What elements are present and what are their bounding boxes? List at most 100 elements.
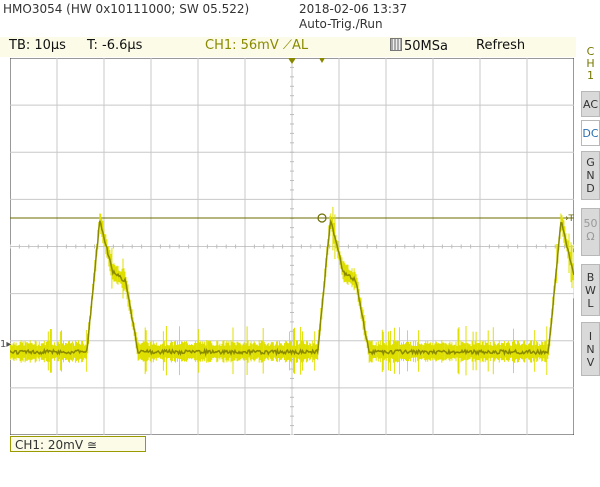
center-tick xyxy=(290,264,294,266)
center-tick xyxy=(290,377,294,379)
center-tick xyxy=(290,76,294,78)
center-tick xyxy=(290,85,294,87)
trigger-setting-readout[interactable]: CH1: 56mV ⟋AL xyxy=(205,38,308,53)
center-tick xyxy=(10,244,11,249)
center-tick xyxy=(290,434,294,435)
center-tick xyxy=(470,244,472,249)
center-tick xyxy=(507,244,509,249)
center-tick xyxy=(150,244,152,249)
center-tick xyxy=(206,244,208,249)
center-tick xyxy=(290,198,294,200)
center-tick xyxy=(290,236,294,238)
center-tick xyxy=(498,244,500,249)
center-tick xyxy=(272,244,274,249)
center-tick xyxy=(169,244,171,249)
center-tick xyxy=(225,244,227,249)
center-tick xyxy=(310,244,312,249)
center-tick xyxy=(18,244,20,249)
center-tick xyxy=(526,244,528,249)
center-tick xyxy=(290,132,294,134)
center-tick xyxy=(112,244,114,249)
ch1-ground-marker[interactable]: 1▸ xyxy=(0,339,11,350)
coupling-dc-button[interactable]: DC xyxy=(581,120,600,146)
center-tick xyxy=(253,244,255,249)
center-tick xyxy=(75,244,77,249)
center-tick xyxy=(47,244,49,249)
center-tick xyxy=(131,244,133,249)
memory-icon xyxy=(390,38,402,51)
center-tick xyxy=(197,244,199,249)
center-tick xyxy=(263,244,265,249)
invert-button[interactable]: INV xyxy=(581,322,600,376)
center-tick xyxy=(235,244,237,249)
device-info: HMO3054 (HW 0x10111000; SW 05.522) xyxy=(3,2,250,16)
center-tick xyxy=(460,244,462,249)
center-tick xyxy=(357,244,359,249)
center-tick xyxy=(290,311,294,313)
center-tick xyxy=(290,170,294,172)
center-tick xyxy=(432,244,434,249)
center-tick xyxy=(141,244,143,249)
datetime: 2018-02-06 13:37 xyxy=(299,2,408,16)
center-tick xyxy=(376,244,378,249)
ch1-scale-box[interactable]: CH1: 20mV ≅ xyxy=(10,436,146,452)
center-tick xyxy=(488,244,490,249)
center-tick xyxy=(290,104,294,106)
sample-rate-readout[interactable]: 50MSa xyxy=(390,38,448,54)
center-tick xyxy=(451,244,453,249)
center-tick xyxy=(290,123,294,125)
impedance-50ohm-button[interactable]: 50 Ω xyxy=(581,208,600,256)
center-tick xyxy=(413,244,415,249)
center-tick xyxy=(290,425,294,427)
center-tick xyxy=(290,95,294,97)
center-tick xyxy=(94,244,96,249)
center-tick xyxy=(290,415,294,417)
center-tick xyxy=(290,387,294,389)
center-tick xyxy=(290,114,294,116)
bandwidth-limit-button[interactable]: BWL xyxy=(581,264,600,316)
center-tick xyxy=(479,244,481,249)
center-tick xyxy=(290,151,294,153)
center-tick xyxy=(290,274,294,276)
center-tick xyxy=(84,244,86,249)
center-tick xyxy=(290,255,294,257)
center-tick xyxy=(290,161,294,163)
center-tick xyxy=(290,180,294,182)
center-tick xyxy=(394,244,396,249)
center-tick xyxy=(366,244,368,249)
center-tick xyxy=(37,244,39,249)
center-tick xyxy=(290,321,294,323)
center-tick xyxy=(159,244,161,249)
center-tick xyxy=(290,208,294,210)
center-tick xyxy=(290,283,294,285)
center-tick xyxy=(290,406,294,408)
center-tick xyxy=(244,244,246,249)
center-tick xyxy=(423,244,425,249)
timebase-readout[interactable]: TB: 10µs xyxy=(9,38,66,53)
center-tick xyxy=(65,244,67,249)
center-tick xyxy=(385,244,387,249)
center-tick xyxy=(290,227,294,229)
center-tick xyxy=(290,396,294,398)
waveform-display: →T xyxy=(10,58,574,435)
coupling-ac-button[interactable]: AC xyxy=(581,91,600,117)
center-tick xyxy=(347,244,349,249)
ground-button[interactable]: GND xyxy=(581,151,600,200)
center-tick xyxy=(290,246,294,247)
center-tick xyxy=(404,244,406,249)
center-tick xyxy=(122,244,124,249)
refresh-mode[interactable]: Refresh xyxy=(476,38,525,53)
center-tick xyxy=(188,244,190,249)
center-tick xyxy=(300,244,302,249)
center-tick xyxy=(554,244,556,249)
center-tick xyxy=(517,244,519,249)
trigger-time-readout[interactable]: T: -6.6µs xyxy=(87,38,142,53)
channel-label: C H 1 xyxy=(586,45,595,82)
center-tick xyxy=(290,293,294,295)
center-tick xyxy=(290,189,294,191)
center-tick xyxy=(28,244,30,249)
acquisition-mode: Auto-Trig./Run xyxy=(299,17,383,31)
center-tick xyxy=(573,244,574,249)
center-tick xyxy=(216,244,218,249)
center-tick xyxy=(56,244,58,249)
